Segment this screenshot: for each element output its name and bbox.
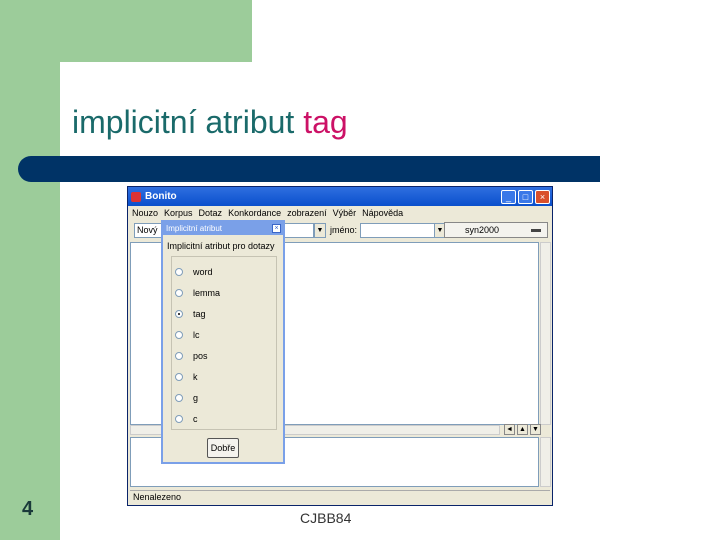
menu-item-korpus[interactable]: Korpus	[164, 208, 193, 218]
dialog-titlebar: Implicitní atribut ×	[163, 222, 283, 235]
nav-buttons: ◄ ▲ ▼	[504, 424, 552, 436]
name-select[interactable]	[360, 223, 436, 238]
slide-green-header	[0, 0, 252, 62]
dialog-ok-button[interactable]: Dobře	[207, 438, 239, 458]
slide-green-sidebar	[0, 0, 60, 540]
radio-option-g[interactable]: g	[175, 393, 198, 403]
app-title: Bonito	[145, 191, 177, 202]
attribute-radio-group	[171, 256, 277, 430]
menu-item-vyber[interactable]: Výběr	[333, 208, 357, 218]
corpus-button[interactable]: syn2000	[444, 222, 548, 238]
dialog-title: Implicitní atribut	[166, 224, 223, 233]
menu-item-nouzo[interactable]: Nouzo	[132, 208, 158, 218]
maximize-icon[interactable]: □	[518, 189, 533, 204]
status-bar: Nenalezeno	[130, 490, 550, 504]
name-label: jméno:	[330, 225, 358, 235]
dialog-group-label: Implicitní atribut pro dotazy	[167, 241, 275, 251]
query-dropdown-icon[interactable]: ▼	[314, 223, 326, 238]
radio-option-lemma[interactable]: lemma	[175, 288, 220, 298]
close-icon[interactable]: ×	[535, 189, 550, 204]
slide-footer: CJBB84	[300, 510, 352, 526]
radio-icon[interactable]	[175, 352, 183, 360]
menu-item-dotaz[interactable]: Dotaz	[199, 208, 223, 218]
first-icon[interactable]: ◄	[504, 424, 515, 435]
radio-label: lc	[193, 330, 200, 340]
radio-label: word	[193, 267, 213, 277]
query-type-field[interactable]: Nový	[134, 223, 162, 238]
radio-option-pos[interactable]: pos	[175, 351, 208, 361]
radio-label: lemma	[193, 288, 221, 298]
corpus-button-label: syn2000	[465, 225, 500, 235]
dialog-close-icon[interactable]: ×	[272, 224, 281, 233]
radio-selected-icon[interactable]	[175, 310, 183, 318]
app-logo-icon	[131, 191, 141, 202]
radio-option-c[interactable]: c	[175, 414, 198, 424]
down-icon[interactable]: ▼	[530, 424, 541, 435]
radio-icon[interactable]	[175, 289, 183, 297]
radio-label: tag	[193, 309, 206, 319]
radio-option-tag[interactable]: tag	[175, 309, 206, 319]
radio-option-lc[interactable]: lc	[175, 330, 200, 340]
slide-number: 4	[22, 498, 34, 520]
concordance-vertical-scrollbar[interactable]	[540, 242, 551, 425]
radio-label: pos	[193, 351, 208, 361]
default-attribute-dialog: Implicitní atribut × Implicitní atribut …	[161, 220, 285, 464]
up-icon[interactable]: ▲	[517, 424, 528, 435]
menu-item-konkordance[interactable]: Konkordance	[228, 208, 281, 218]
slide-title-underline-bar	[18, 156, 600, 182]
slide-title-accent: tag	[303, 104, 348, 140]
slide-title: implicitní atribut tag	[72, 104, 348, 141]
app-titlebar: Bonito _ □ ×	[128, 187, 552, 206]
radio-icon[interactable]	[175, 394, 183, 402]
menubar: Nouzo Korpus Dotaz Konkordance zobrazení…	[128, 206, 552, 220]
radio-icon[interactable]	[175, 331, 183, 339]
radio-icon[interactable]	[175, 415, 183, 423]
corpus-button-icon	[531, 229, 541, 232]
radio-label: k	[193, 372, 198, 382]
minimize-icon[interactable]: _	[501, 189, 516, 204]
radio-icon[interactable]	[175, 373, 183, 381]
slide-title-main: implicitní atribut	[72, 104, 304, 140]
radio-option-k[interactable]: k	[175, 372, 198, 382]
radio-label: c	[193, 414, 198, 424]
radio-icon[interactable]	[175, 268, 183, 276]
menu-item-napoveda[interactable]: Nápověda	[362, 208, 403, 218]
radio-label: g	[193, 393, 199, 403]
detail-vertical-scrollbar[interactable]	[540, 437, 551, 487]
menu-item-zobrazeni[interactable]: zobrazení	[287, 208, 327, 218]
radio-option-word[interactable]: word	[175, 267, 213, 277]
